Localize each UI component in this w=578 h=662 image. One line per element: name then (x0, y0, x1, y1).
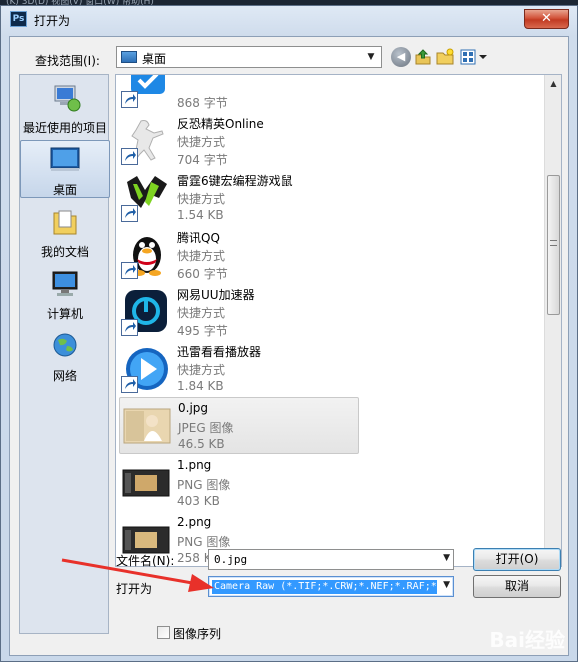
look-in-label: 查找范围(I): (35, 54, 100, 68)
shortcut-arrow-icon (121, 205, 138, 222)
open-as-format-dropdown[interactable]: Camera Raw (*.TIF;*.CRW;*.NEF;*.RAF;*.OR… (208, 576, 454, 597)
photoshop-icon: Ps (10, 11, 27, 27)
list-item-selected[interactable]: 0.jpg JPEG 图像 46.5 KB (119, 397, 359, 454)
file-type: JPEG 图像 (178, 421, 234, 435)
chevron-down-icon: ▼ (367, 52, 375, 62)
places-bar: 最近使用的项目 桌面 我的文档 计算机 网络 (19, 74, 110, 634)
file-list-scrollbar[interactable]: ▲ ▼ (544, 75, 561, 566)
scrollbar-thumb[interactable] (547, 175, 560, 315)
close-button[interactable]: ✕ (524, 9, 569, 29)
file-size: 1.54 KB (177, 208, 224, 222)
new-folder-icon[interactable] (435, 47, 455, 67)
file-size: 704 字节 (177, 153, 228, 167)
grip-icon (550, 240, 557, 246)
open-as-label: 打开为 (116, 582, 153, 596)
file-size: 868 字节 (177, 96, 228, 110)
file-name: 网易UU加速器 (177, 288, 255, 302)
file-size: 46.5 KB (178, 437, 225, 451)
image-sequence-label: 图像序列 (173, 627, 222, 641)
close-icon: ✕ (541, 11, 552, 26)
file-name: 雷霆6键宏编程游戏鼠 (177, 174, 293, 188)
list-item[interactable]: 868 字节 (119, 75, 359, 112)
computer-icon (48, 269, 82, 299)
title-bar: Ps 打开为 ✕ (1, 6, 577, 32)
dialog-body: 查找范围(I): 桌面 ▼ ◀ 最近使用的项目 桌面 我的文档 计算机 网络 8… (9, 36, 569, 656)
png-thumbnail (121, 458, 171, 508)
back-icon[interactable]: ◀ (391, 47, 411, 67)
place-label: 我的文档 (40, 245, 89, 259)
place-label: 最近使用的项目 (22, 121, 107, 135)
place-label: 网络 (52, 369, 77, 383)
open-as-value: Camera Raw (*.TIF;*.CRW;*.NEF;*.RAF;*.OR… (212, 580, 437, 594)
xunlei-player-icon (121, 343, 171, 393)
file-name: 迅雷看看播放器 (177, 345, 262, 359)
file-size: 403 KB (177, 494, 220, 508)
place-label: 计算机 (46, 307, 83, 321)
file-name: 0.jpg (178, 401, 209, 415)
filename-label: 文件名(N): (116, 554, 175, 568)
list-item[interactable]: 网易UU加速器 快捷方式 495 字节 (119, 283, 359, 340)
place-desktop[interactable]: 桌面 (20, 140, 110, 198)
scroll-up-icon[interactable]: ▲ (545, 75, 561, 92)
recent-items-icon (48, 83, 82, 113)
file-size: 660 字节 (177, 267, 228, 281)
filename-combobox[interactable]: 0.jpg ▼ (208, 549, 454, 570)
file-list[interactable]: 868 字节 反恐精英Online 快捷方式 704 字节 雷霆6键宏编程游戏鼠… (115, 74, 562, 567)
my-documents-icon (48, 207, 82, 237)
open-as-dialog: Ps 打开为 ✕ 查找范围(I): 桌面 ▼ ◀ 最近使用的项目 桌面 我的文档… (0, 5, 578, 662)
look-in-dropdown[interactable]: 桌面 ▼ (116, 46, 382, 68)
thunder-mouse-icon (121, 172, 171, 222)
file-type: 快捷方式 (177, 192, 226, 206)
desktop-icon (48, 145, 82, 175)
file-name: 1.png (177, 458, 212, 472)
list-item[interactable]: 腾讯QQ 快捷方式 660 字节 (119, 226, 359, 283)
file-type: 快捷方式 (177, 306, 226, 320)
file-type: PNG 图像 (177, 478, 231, 492)
place-network[interactable]: 网络 (20, 327, 110, 385)
list-item[interactable]: 雷霆6键宏编程游戏鼠 快捷方式 1.54 KB (119, 169, 359, 226)
file-type: 快捷方式 (177, 363, 226, 377)
shortcut-arrow-icon (121, 91, 138, 108)
uu-accelerator-icon (121, 286, 171, 336)
shortcut-arrow-icon (121, 376, 138, 393)
file-type: 快捷方式 (177, 135, 226, 149)
watermark-logo: Bai经验 (489, 628, 565, 652)
list-item[interactable]: 1.png PNG 图像 403 KB (119, 455, 359, 512)
file-size: 1.84 KB (177, 379, 224, 393)
place-label: 桌面 (52, 183, 77, 197)
file-name: 腾讯QQ (177, 231, 220, 245)
shortcut-partial-icon (121, 75, 171, 108)
shortcut-arrow-icon (121, 319, 138, 336)
file-type: PNG 图像 (177, 535, 231, 549)
look-in-value: 桌面 (142, 52, 167, 66)
list-item[interactable]: 反恐精英Online 快捷方式 704 字节 (119, 112, 359, 169)
up-folder-icon[interactable] (413, 47, 433, 67)
filename-value: 0.jpg (214, 553, 248, 566)
network-icon (48, 331, 82, 361)
file-type: 快捷方式 (177, 249, 226, 263)
chevron-down-icon[interactable]: ▼ (443, 580, 450, 590)
desktop-small-icon (121, 51, 137, 63)
file-size: 495 字节 (177, 324, 228, 338)
jpg-thumbnail (122, 401, 172, 451)
place-my-documents[interactable]: 我的文档 (20, 203, 110, 261)
chevron-down-icon[interactable]: ▼ (443, 553, 450, 563)
open-button[interactable]: 打开(O) (473, 548, 561, 571)
shortcut-arrow-icon (121, 148, 138, 165)
place-recent-items[interactable]: 最近使用的项目 (20, 79, 110, 137)
list-item[interactable]: 迅雷看看播放器 快捷方式 1.84 KB (119, 340, 359, 397)
view-menu-icon[interactable] (459, 47, 489, 67)
csol-icon (121, 115, 171, 165)
place-computer[interactable]: 计算机 (20, 265, 110, 323)
dialog-title: 打开为 (34, 14, 71, 28)
shortcut-arrow-icon (121, 262, 138, 279)
image-sequence-checkbox[interactable] (157, 626, 170, 639)
file-name: 2.png (177, 515, 212, 529)
file-name: 反恐精英Online (177, 117, 264, 131)
qq-penguin-icon (121, 229, 171, 279)
cancel-button[interactable]: 取消 (473, 575, 561, 598)
